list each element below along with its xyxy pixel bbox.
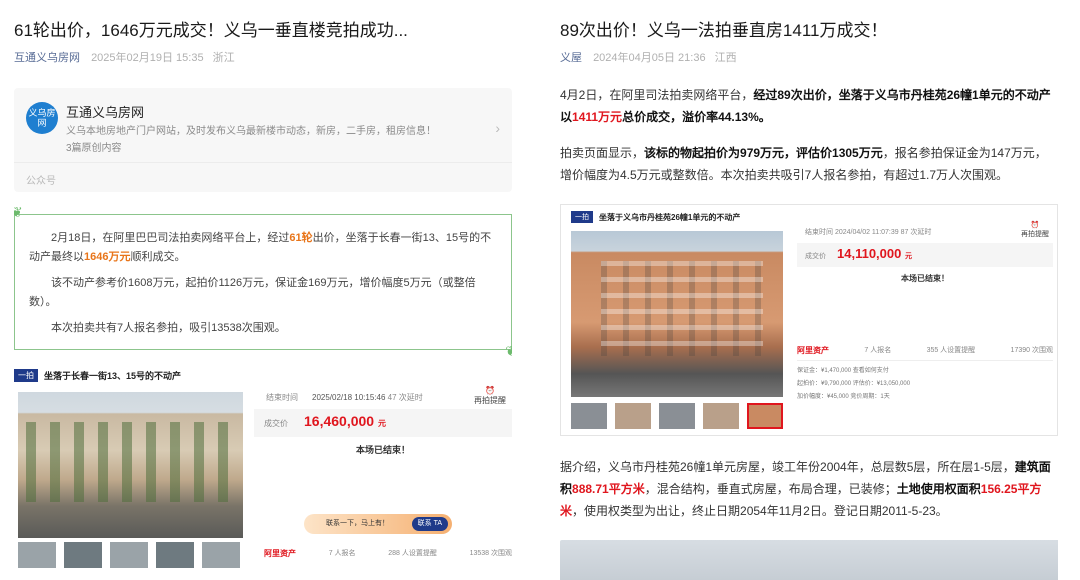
account-card[interactable]: 义乌房网 互通义乌房网 义乌本地房地产门户网站，及时发布义乌最新楼市动态，新房，… (14, 88, 512, 192)
property-photo (18, 392, 243, 538)
left-region: 浙江 (212, 52, 235, 64)
right-region: 江西 (714, 52, 737, 64)
clock-icon: ⏰ 再拍提醒 (1021, 222, 1049, 238)
right-article-title[interactable]: 89次出价！义乌一法拍垂直房1411万成交！ (560, 19, 1058, 43)
left-article: 61轮出价，1646万元成交！义乌一垂直楼竞拍成功... 互通义乌房网 2025… (14, 0, 512, 580)
right-paragraph-3: 据介绍，义乌市丹桂苑26幢1单元房屋，竣工年份2004年，总层数5层，所在层1-… (560, 460, 1051, 518)
right-date: 2024年04月05日 21:36 (593, 52, 706, 64)
left-article-title[interactable]: 61轮出价，1646万元成交！义乌一垂直楼竞拍成功... (14, 19, 512, 43)
thumbnail[interactable] (703, 403, 739, 429)
left-date: 2025年02月19日 15:35 (91, 52, 204, 64)
thumbnail-strip (571, 403, 783, 429)
right-paragraph-2: 拍卖页面显示，该标的物起拍价为979万元，评估价1305万元，报名参拍保证金为1… (560, 146, 1047, 182)
leaf-decoration-icon: ❦ (505, 343, 512, 359)
quote-box: ❦ 2月18日，在阿里巴巴司法拍卖网络平台上，经过61轮出价，坐落于长春一街13… (14, 204, 512, 359)
right-paragraph-1: 4月2日，在阿里司法拍卖网络平台，经过89次出价，坐落于义乌市丹桂苑26幢1单元… (560, 88, 1051, 124)
account-name: 互通义乌房网 (66, 105, 145, 120)
account-article-count: 3篇原创内容 (66, 143, 122, 154)
account-type-label: 公众号 (26, 176, 56, 187)
thumbnail[interactable] (156, 542, 194, 568)
final-price: 14,110,000 元 (837, 246, 912, 261)
quote-paragraph-3: 本次拍卖共有7人报名参拍，吸引13538次围观。 (51, 322, 286, 334)
property-photo (571, 231, 783, 397)
thumbnail[interactable] (64, 542, 102, 568)
thumbnail-selected[interactable] (747, 403, 783, 429)
thumbnail-strip (18, 542, 240, 568)
thumbnail[interactable] (659, 403, 695, 429)
auction-header: 一拍 坐落于义乌市丹桂苑26幢1单元的不动产 (571, 211, 740, 223)
auction-ended-label: 本场已结束！ (355, 445, 410, 455)
final-price: 16,460,000 元 (304, 413, 386, 429)
thumbnail[interactable] (202, 542, 240, 568)
account-logo: 义乌房网 (26, 102, 58, 134)
auction-stats: 阿里资产 7 人报名 355 人设置提醒 17390 次围观 (797, 345, 1053, 361)
auction-heading: 坐落于长春一街13、15号的不动产 (44, 370, 182, 381)
auction-screenshot: 一拍 坐落于长春一街13、15号的不动产 结束时间 2025/02/18 10:1… (14, 366, 512, 568)
contact-ad-banner[interactable]: 联系一下，马上有！ 联系 TA (304, 514, 452, 534)
clock-icon: ⏰ 再拍提醒 (474, 386, 506, 405)
price-box: 成交价 16,460,000 元 (254, 409, 512, 437)
quote-paragraph-1: 2月18日，在阿里巴巴司法拍卖网络平台上，经过61轮出价，坐落于长春一街13、1… (29, 232, 492, 263)
auction-info: 结束时间 2024/04/02 11:07:39 87 次延时 ⏰ 再拍提醒 成交… (797, 222, 1053, 343)
auction-detail-grid: 保证金：¥1,470,000 查看如何支付 起拍价：¥9,790,000 评估价… (797, 368, 911, 400)
divider (14, 162, 512, 163)
right-article: 89次出价！义乌一法拍垂直房1411万成交！ 义屋 2024年04月05日 21… (560, 0, 1058, 580)
auction-round-badge: 一拍 (14, 368, 38, 382)
auction-ended-label: 本场已结束！ (901, 274, 949, 283)
thumbnail[interactable] (18, 542, 56, 568)
left-source-link[interactable]: 互通义乌房网 (14, 52, 80, 64)
end-time-row: 结束时间 2024/04/02 11:07:39 87 次延时 (805, 229, 932, 236)
leaf-decoration-icon: ❦ (14, 204, 23, 220)
auction-screenshot: 一拍 坐落于义乌市丹桂苑26幢1单元的不动产 结束时间 2024/04/02 1… (560, 204, 1058, 436)
auction-header: 一拍 坐落于长春一街13、15号的不动产 (14, 366, 512, 384)
auction-info: 结束时间 2025/02/18 10:15:46 47 次延时 ⏰ 再拍提醒 成交价… (254, 386, 512, 538)
thumbnail[interactable] (571, 403, 607, 429)
property-photo (560, 540, 1058, 580)
thumbnail[interactable] (615, 403, 651, 429)
quote-paragraph-2: 该不动产参考价1608万元，起拍价1126万元，保证金169万元，增价幅度5万元… (29, 277, 476, 308)
right-source-link[interactable]: 义屋 (560, 52, 582, 64)
chevron-right-icon: › (495, 120, 500, 136)
price-box: 成交价 14,110,000 元 (797, 243, 1053, 267)
right-article-meta: 义屋 2024年04月05日 21:36 江西 (560, 50, 1058, 66)
account-description: 义乌本地房地产门户网站，及时发布义乌最新楼市动态，新房，二手房，租房信息！ (66, 126, 436, 137)
thumbnail[interactable] (110, 542, 148, 568)
contact-button[interactable]: 联系 TA (411, 517, 448, 531)
left-article-meta: 互通义乌房网 2025年02月19日 15:35 浙江 (14, 50, 512, 66)
auction-stats: 阿里资产 7 人报名 288 人设置提醒 13538 次围观 (264, 549, 512, 558)
